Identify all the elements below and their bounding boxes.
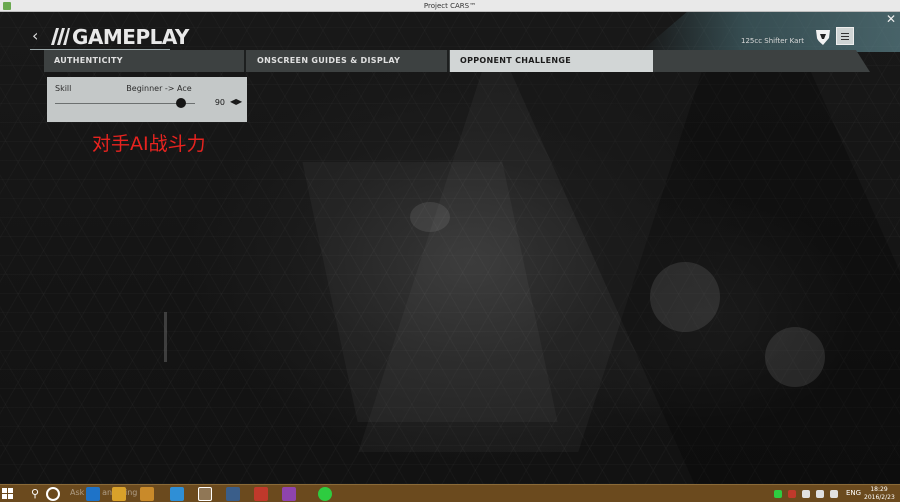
increase-arrow-icon[interactable]: ▶ bbox=[236, 97, 242, 107]
clock-time: 18:29 bbox=[870, 486, 888, 493]
tab-opponent-challenge[interactable]: OPPONENT CHALLENGE bbox=[450, 50, 653, 72]
tab-separator bbox=[244, 50, 246, 72]
skill-slider-track[interactable] bbox=[55, 103, 195, 104]
search-icon[interactable]: ⚲ bbox=[28, 487, 42, 501]
game-screen: ‹ GAMEPLAY 125cc Shifter Kart ✕ AUTHENTI… bbox=[0, 12, 900, 484]
setting-label: Skill bbox=[55, 84, 72, 93]
menu-icon-bar bbox=[841, 36, 849, 37]
vehicle-name: 125cc Shifter Kart bbox=[741, 37, 804, 45]
input-language[interactable]: ENG bbox=[846, 489, 861, 497]
menu-icon-bar bbox=[841, 39, 849, 40]
clock[interactable]: 18:29 2016/2/23 bbox=[864, 486, 895, 502]
background-droplet bbox=[650, 262, 720, 332]
header-divider bbox=[30, 49, 170, 50]
background-droplet bbox=[410, 202, 450, 232]
clock-date: 2016/2/23 bbox=[864, 494, 895, 501]
app-icon[interactable] bbox=[170, 487, 184, 501]
tab-onscreen-guides-display[interactable]: ONSCREEN GUIDES & DISPLAY bbox=[247, 50, 447, 72]
setting-value: 90 bbox=[214, 98, 225, 107]
setting-range-label: Beginner -> Ace bbox=[126, 84, 192, 93]
taskbar-search-hint[interactable]: Ask me anything bbox=[70, 488, 137, 497]
header-accent bbox=[640, 12, 900, 52]
tray-icon[interactable] bbox=[774, 490, 782, 498]
window-title: Project CARS™ bbox=[423, 2, 477, 10]
tab-authenticity[interactable]: AUTHENTICITY bbox=[44, 50, 244, 72]
app-icon[interactable] bbox=[318, 487, 332, 501]
tray-icon[interactable] bbox=[802, 490, 810, 498]
skill-slider-handle[interactable] bbox=[176, 98, 186, 108]
annotation-text: 对手AI战斗力 bbox=[92, 133, 206, 155]
project-cars-logo-icon bbox=[51, 28, 70, 45]
tray-icon[interactable] bbox=[788, 490, 796, 498]
tab-separator bbox=[447, 50, 449, 72]
page-title: GAMEPLAY bbox=[72, 25, 189, 49]
app-icon[interactable] bbox=[254, 487, 268, 501]
cortana-icon[interactable] bbox=[46, 487, 60, 501]
network-icon[interactable] bbox=[830, 490, 838, 498]
app-icon[interactable] bbox=[282, 487, 296, 501]
tab-bar: AUTHENTICITY ONSCREEN GUIDES & DISPLAY O… bbox=[44, 50, 870, 72]
background-droplet bbox=[765, 327, 825, 387]
project-cars-taskbar-icon[interactable] bbox=[198, 487, 212, 501]
edge-icon[interactable] bbox=[86, 487, 100, 501]
volume-icon[interactable] bbox=[816, 490, 824, 498]
close-icon[interactable]: ✕ bbox=[886, 13, 898, 25]
window-titlebar: Project CARS™ bbox=[0, 0, 900, 12]
explorer-icon[interactable] bbox=[140, 487, 154, 501]
app-icon[interactable] bbox=[226, 487, 240, 501]
chrome-icon[interactable] bbox=[112, 487, 126, 501]
chevron-left-icon[interactable]: ‹ bbox=[32, 26, 44, 46]
menu-icon bbox=[841, 33, 849, 34]
windows-start-icon[interactable] bbox=[2, 488, 14, 500]
team-emblem-icon bbox=[816, 30, 830, 45]
taskbar: ⚲ Ask me anything ENG 18:29 2016/2/23 bbox=[0, 484, 900, 502]
menu-button[interactable] bbox=[836, 27, 854, 45]
scroll-indicator bbox=[164, 312, 167, 362]
skill-setting-panel[interactable]: Skill Beginner -> Ace 90 ◀ ▶ bbox=[47, 77, 247, 122]
